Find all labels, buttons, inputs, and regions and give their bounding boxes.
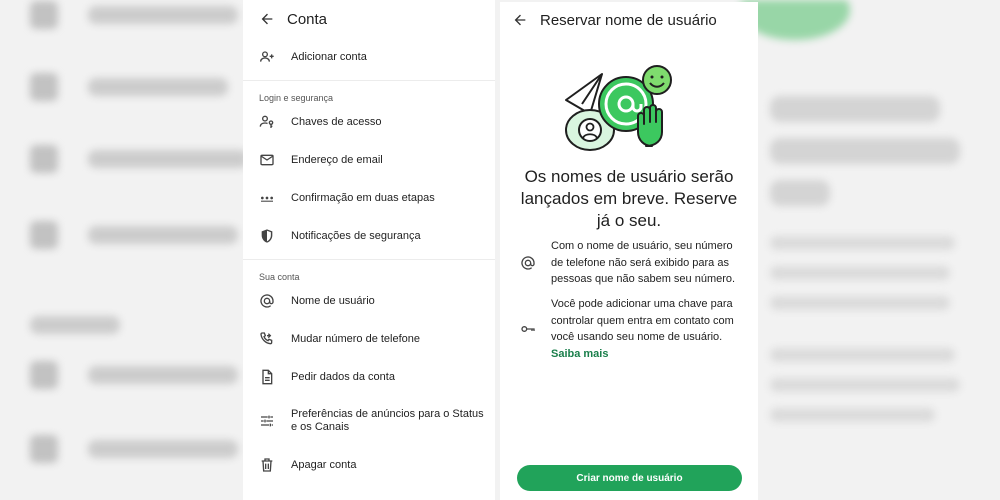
tune-icon xyxy=(259,413,275,429)
trash-icon xyxy=(259,457,275,473)
two-step-verification-item[interactable]: Confirmação em duas etapas xyxy=(243,179,495,217)
page-title: Reservar nome de usuário xyxy=(540,11,717,29)
username-item[interactable]: Nome de usuário xyxy=(243,282,495,320)
account-settings-panel: Conta Adicionar conta Login e segurança … xyxy=(243,0,495,500)
back-button[interactable] xyxy=(506,6,534,34)
create-username-button[interactable]: Criar nome de usuário xyxy=(517,465,742,491)
add-account-item[interactable]: Adicionar conta xyxy=(243,38,495,76)
info-key: Você pode adicionar uma chave para contr… xyxy=(520,296,745,362)
change-number-label: Mudar número de telefone xyxy=(291,332,421,345)
info-privacy-text: Com o nome de usuário, seu número de tel… xyxy=(551,240,736,285)
add-account-label: Adicionar conta xyxy=(291,50,367,63)
email-icon xyxy=(259,152,275,168)
arrow-left-icon xyxy=(514,14,526,26)
email-address-item[interactable]: Endereço de email xyxy=(243,141,495,179)
page-title: Conta xyxy=(287,10,328,28)
app-bar: Reservar nome de usuário xyxy=(500,2,758,38)
username-illustration xyxy=(565,65,672,151)
ad-preferences-label: Preferências de anúncios para o Status e… xyxy=(291,408,484,433)
info-key-text-wrapper: Você pode adicionar uma chave para contr… xyxy=(551,296,745,362)
shield-icon xyxy=(259,228,275,244)
passkey-icon xyxy=(259,114,275,130)
username-label: Nome de usuário xyxy=(291,294,375,307)
section-your-account: Sua conta xyxy=(259,272,300,282)
add-person-icon xyxy=(259,49,275,65)
two-step-icon xyxy=(259,190,275,206)
ad-preferences-item[interactable]: Preferências de anúncios para o Status e… xyxy=(243,396,495,446)
passkeys-label: Chaves de acesso xyxy=(291,115,382,128)
learn-more-link[interactable]: Saiba mais xyxy=(551,346,745,363)
passkeys-item[interactable]: Chaves de acesso xyxy=(243,103,495,141)
reserve-username-panel: Reservar nome de usuário Os nomes de usu… xyxy=(500,2,758,500)
app-bar: Conta xyxy=(243,0,495,38)
delete-account-item[interactable]: Apagar conta xyxy=(243,446,495,484)
security-notifications-item[interactable]: Notificações de segurança xyxy=(243,217,495,255)
change-number-item[interactable]: Mudar número de telefone xyxy=(243,320,495,358)
email-address-label: Endereço de email xyxy=(291,153,383,166)
back-button[interactable] xyxy=(253,5,281,33)
key-icon xyxy=(520,296,536,362)
info-key-text: Você pode adicionar uma chave para contr… xyxy=(551,298,734,343)
section-login-security: Login e segurança xyxy=(259,93,334,103)
delete-account-label: Apagar conta xyxy=(291,458,357,471)
info-privacy: Com o nome de usuário, seu número de tel… xyxy=(520,238,745,288)
arrow-left-icon xyxy=(261,13,273,25)
request-account-info-label: Pedir dados da conta xyxy=(291,370,395,383)
security-notifications-label: Notificações de segurança xyxy=(291,229,421,242)
document-icon xyxy=(259,369,275,385)
at-icon xyxy=(259,293,275,309)
two-step-verification-label: Confirmação em duas etapas xyxy=(291,191,435,204)
request-account-info-item[interactable]: Pedir dados da conta xyxy=(243,358,495,396)
at-icon xyxy=(520,238,536,288)
phone-change-icon xyxy=(259,331,275,347)
headline: Os nomes de usuário serão lançados em br… xyxy=(520,167,738,230)
